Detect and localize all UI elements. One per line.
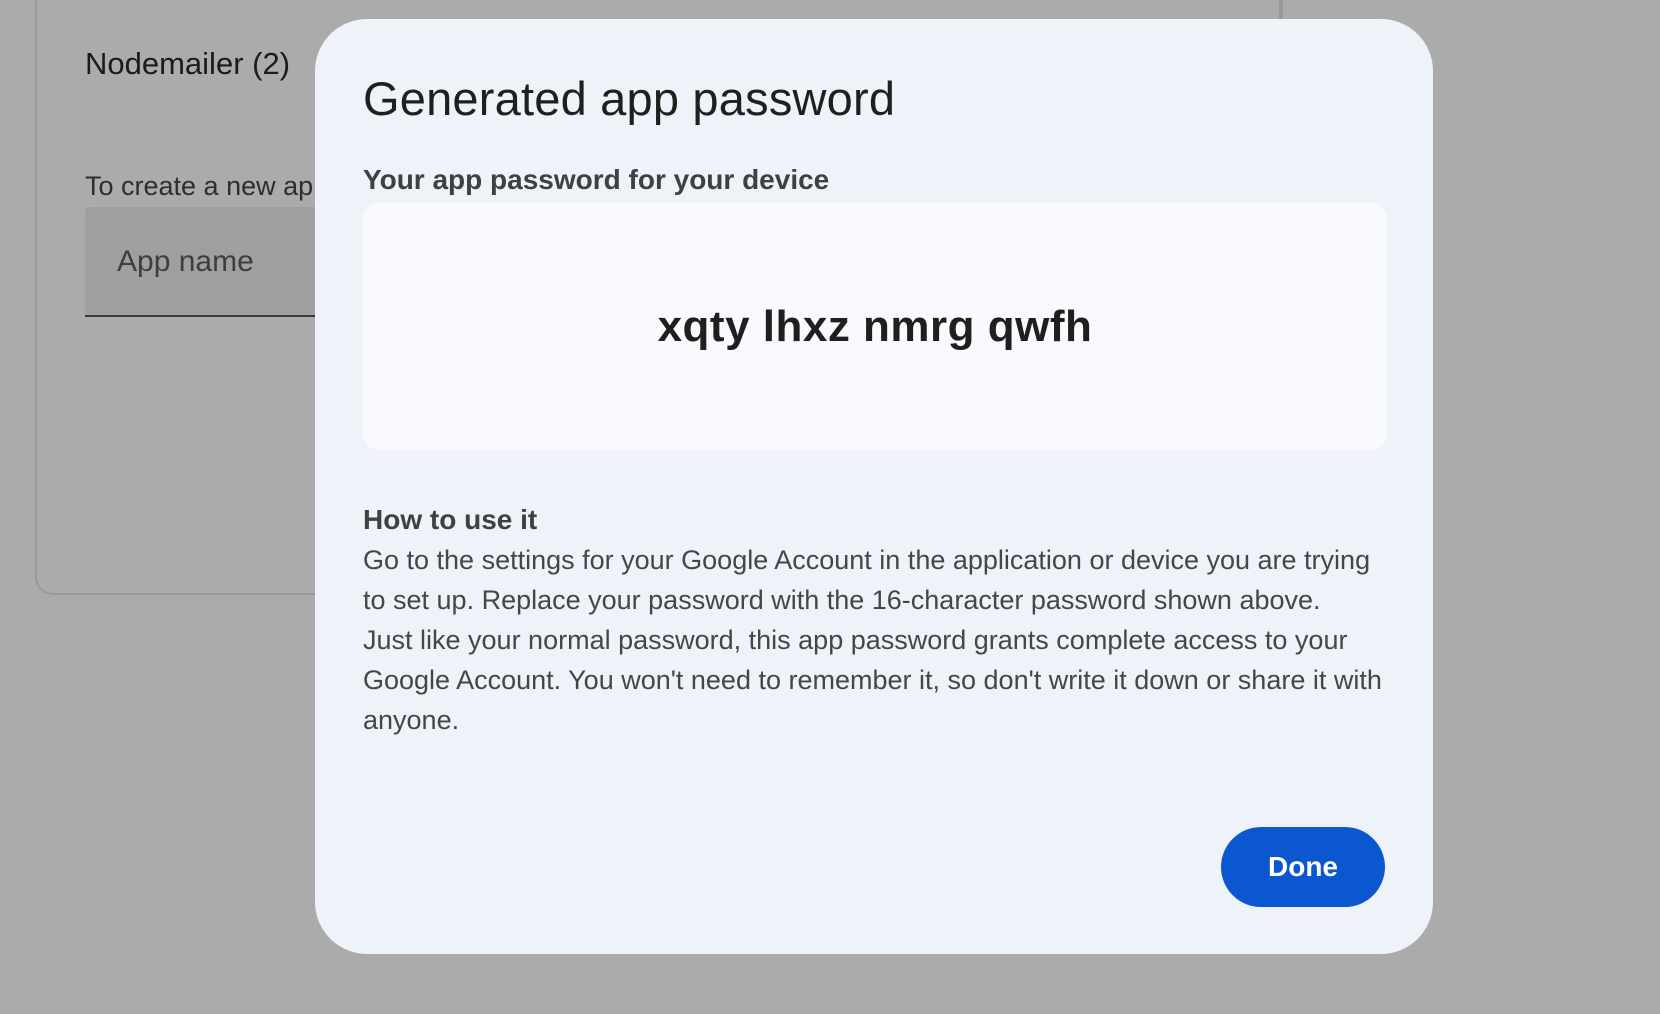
app-passwords-section-title: Nodemailer (2) bbox=[85, 46, 291, 81]
generated-app-password-dialog: Generated app password Your app password… bbox=[315, 19, 1433, 954]
app-name-placeholder: App name bbox=[117, 245, 254, 278]
background-divider bbox=[1281, 0, 1283, 20]
how-to-use-heading: How to use it bbox=[363, 504, 538, 535]
done-button[interactable]: Done bbox=[1221, 827, 1385, 907]
create-app-password-description: To create a new ap bbox=[85, 171, 314, 201]
app-password-value[interactable]: xqty lhxz nmrg qwfh bbox=[658, 302, 1093, 352]
how-to-use-instructions: Go to the settings for your Google Accou… bbox=[363, 540, 1393, 740]
dialog-title: Generated app password bbox=[363, 72, 896, 125]
instructions-paragraph-setup: Go to the settings for your Google Accou… bbox=[363, 545, 1371, 615]
instructions-paragraph-security: Just like your normal password, this app… bbox=[363, 625, 1382, 735]
password-display-box: xqty lhxz nmrg qwfh bbox=[363, 203, 1387, 450]
password-subheading: Your app password for your device bbox=[363, 164, 830, 195]
